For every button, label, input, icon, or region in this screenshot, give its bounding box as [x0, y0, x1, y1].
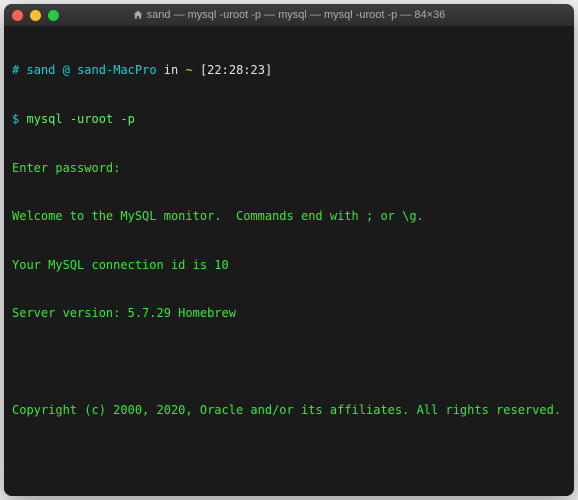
output-line: Server version: 5.7.29 Homebrew	[12, 305, 566, 321]
terminal-body[interactable]: # sand @ sand-MacPro in ~ [22:28:23] $ m…	[4, 26, 574, 496]
window-title-text: sand — mysql -uroot -p — mysql — mysql -…	[147, 9, 446, 21]
minimize-icon[interactable]	[30, 10, 41, 21]
shell-command: mysql -uroot -p	[26, 112, 134, 126]
home-icon	[133, 10, 143, 20]
blank-line	[12, 451, 566, 467]
titlebar[interactable]: sand — mysql -uroot -p — mysql — mysql -…	[4, 4, 574, 26]
prompt-host: sand-MacPro	[77, 63, 156, 77]
window-title: sand — mysql -uroot -p — mysql — mysql -…	[4, 9, 574, 21]
blank-line	[12, 354, 566, 370]
prompt-time: [22:28:23]	[200, 63, 272, 77]
traffic-lights	[12, 10, 59, 21]
close-icon[interactable]	[12, 10, 23, 21]
output-line: Your MySQL connection id is 10	[12, 257, 566, 273]
output-line: Copyright (c) 2000, 2020, Oracle and/or …	[12, 402, 566, 418]
prompt-at: @	[63, 63, 70, 77]
output-line: Enter password:	[12, 160, 566, 176]
shell-prompt-line: # sand @ sand-MacPro in ~ [22:28:23]	[12, 62, 566, 78]
prompt-user: sand	[26, 63, 55, 77]
shell-command-line: $ mysql -uroot -p	[12, 111, 566, 127]
prompt-dollar: $	[12, 112, 19, 126]
prompt-hash: #	[12, 63, 19, 77]
maximize-icon[interactable]	[48, 10, 59, 21]
terminal-window: sand — mysql -uroot -p — mysql — mysql -…	[4, 4, 574, 496]
output-line: Welcome to the MySQL monitor. Commands e…	[12, 208, 566, 224]
prompt-path: ~	[185, 63, 192, 77]
prompt-in: in	[164, 63, 178, 77]
